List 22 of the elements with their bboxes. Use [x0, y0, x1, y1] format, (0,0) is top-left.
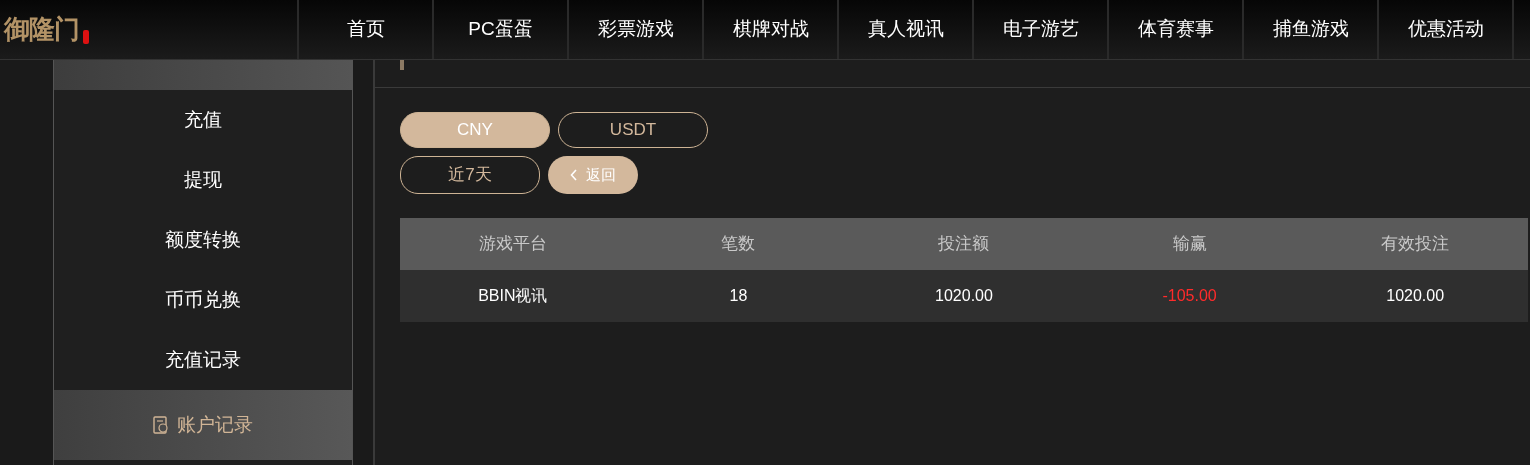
table-cell: 1020.00 — [935, 287, 993, 304]
table-cell: BBIN视讯 — [478, 287, 548, 304]
sidebar-item[interactable]: 充值记录 — [54, 330, 352, 390]
sidebar-item[interactable]: 充值 — [54, 90, 352, 150]
column-header: 笔数 — [721, 234, 756, 254]
seal-icon — [83, 29, 89, 44]
sidebar-item[interactable]: 币币兑换 — [54, 270, 352, 330]
chevron-left-icon — [570, 169, 578, 181]
sidebar-item[interactable]: 账户记录 — [54, 390, 352, 460]
column-header: 有效投注 — [1381, 234, 1450, 254]
sidebar-item[interactable]: 额度转换 — [54, 210, 352, 270]
table-cell: -105.00 — [1162, 287, 1217, 304]
receipt-icon — [153, 416, 169, 434]
period-button[interactable]: 近7天 — [400, 156, 540, 194]
column-header: 游戏平台 — [478, 234, 547, 254]
column-header: 输赢 — [1172, 234, 1207, 254]
sidebar-item[interactable]: 提现 — [54, 150, 352, 210]
table-cell: 18 — [729, 287, 748, 304]
logo-text: 御隆门 — [4, 13, 79, 46]
title-marker — [400, 60, 404, 70]
table-cell: 1020.00 — [1386, 287, 1445, 304]
column-header: 投注额 — [938, 234, 990, 254]
